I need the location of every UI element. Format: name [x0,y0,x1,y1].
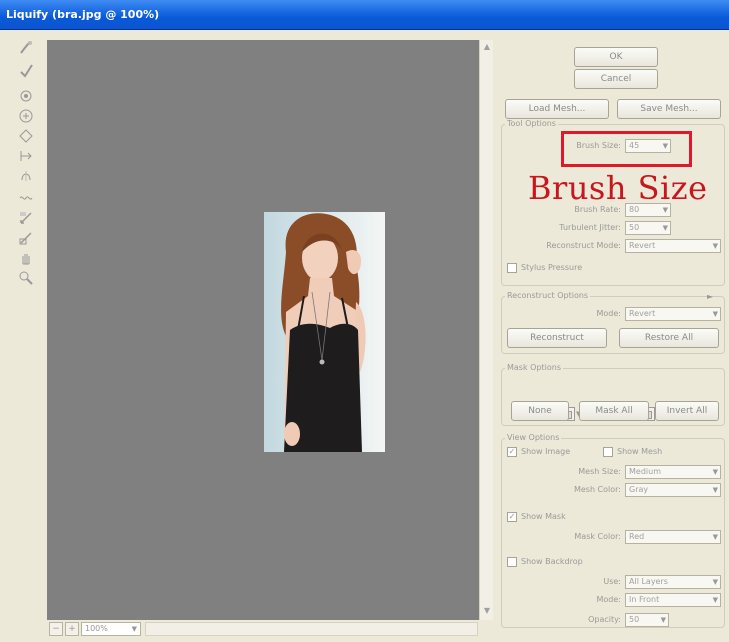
save-mesh-button[interactable]: Save Mesh... [617,99,721,119]
stylus-pressure-checkbox[interactable] [507,263,517,273]
chevron-down-icon: ▼ [712,468,718,476]
chevron-down-icon: ▼ [712,486,718,494]
use-label: Use: [603,577,621,586]
reconstruct-options-title: Reconstruct Options [505,291,591,300]
mask-options-title: Mask Options [505,363,564,372]
backdrop-mode-value: In Front [629,595,660,604]
reconstruct-mode-label-2: Mode: [596,309,622,318]
reconstruct-mode-value: Revert [629,241,656,250]
reconstruct-mode-label: Reconstruct Mode: [546,241,621,250]
mesh-size-select[interactable]: Medium ▼ [625,465,721,479]
chevron-down-icon[interactable]: ▼ [663,222,668,234]
bloat-icon[interactable] [16,126,36,146]
liquify-dialog: ▲ ▼ − + 100% ▼ OK Cancel Load Mesh... Sav… [0,30,729,642]
show-backdrop-checkbox[interactable] [507,557,517,567]
use-value: All Layers [629,577,668,586]
turbulent-jitter-input[interactable]: 50 ▼ [625,221,671,235]
mask-color-label: Mask Color: [574,532,621,541]
view-options-title: View Options [505,433,562,442]
preview-canvas[interactable] [47,40,479,620]
scroll-up-icon[interactable]: ▲ [482,42,492,52]
show-image-checkbox[interactable]: ✓ [507,447,517,457]
reconstruct-options-mode-value: Revert [629,309,656,318]
reconstruct-icon[interactable] [16,60,36,80]
reconstruct-options-mode-select[interactable]: Revert ▼ [625,307,721,321]
use-select[interactable]: All Layers ▼ [625,575,721,589]
horizontal-scrollbar[interactable] [145,622,478,636]
reconstruct-button[interactable]: Reconstruct [507,328,607,348]
opacity-label: Opacity: [588,615,621,624]
mask-none-button[interactable]: None [511,401,569,421]
show-image-label: Show Image [521,447,571,456]
chevron-down-icon: ▼ [712,310,718,318]
backdrop-mode-label: Mode: [596,595,622,604]
turbulent-jitter-value: 50 [629,223,640,232]
turbulence-icon[interactable] [16,186,36,206]
forward-warp-icon[interactable] [16,38,36,58]
preview-image [264,212,385,452]
vertical-scrollbar[interactable]: ▲ ▼ [479,40,493,620]
turbulent-jitter-label: Turbulent Jitter: [559,223,621,232]
reconstruct-mode-select[interactable]: Revert ▼ [625,239,721,253]
show-mesh-label: Show Mesh [617,447,663,456]
brush-size-annotation: Brush Size [528,169,708,207]
mask-all-button[interactable]: Mask All [579,401,649,421]
opacity-input[interactable]: 50 ▼ [625,613,669,627]
cancel-button[interactable]: Cancel [574,69,658,89]
zoom-out-button[interactable]: − [49,622,63,636]
show-mask-label: Show Mask [521,512,566,521]
window-title: Liquify (bra.jpg @ 100%) [6,8,160,21]
chevron-down-icon: ▼ [712,596,718,604]
title-bar: Liquify (bra.jpg @ 100%) [0,0,729,30]
hand-icon[interactable] [16,248,36,268]
zoom-value: 100% [85,624,108,633]
zoom-icon[interactable] [16,268,36,288]
chevron-down-icon: ▼ [131,625,137,633]
status-bar: − + 100% ▼ [47,620,493,638]
mesh-size-label: Mesh Size: [578,467,621,476]
opacity-value: 50 [629,615,640,624]
scroll-down-icon[interactable]: ▼ [482,606,492,616]
chevron-down-icon: ▼ [712,533,718,541]
restore-all-button[interactable]: Restore All [619,328,719,348]
show-mask-checkbox[interactable]: ✓ [507,512,517,522]
mesh-color-label: Mesh Color: [573,485,621,494]
show-backdrop-label: Show Backdrop [521,557,583,566]
mesh-size-value: Medium [629,467,661,476]
freeze-mask-icon[interactable] [16,208,36,228]
stylus-pressure-label: Stylus Pressure [521,263,583,272]
chevron-down-icon[interactable]: ▼ [661,614,666,626]
mesh-color-select[interactable]: Gray ▼ [625,483,721,497]
ok-button[interactable]: OK [574,47,658,67]
expand-arrow-icon[interactable]: ► [707,292,713,301]
chevron-down-icon: ▼ [712,242,718,250]
tool-palette [12,38,42,598]
zoom-select[interactable]: 100% ▼ [81,622,141,636]
invert-all-button[interactable]: Invert All [655,401,719,421]
backdrop-mode-select[interactable]: In Front ▼ [625,593,721,607]
push-left-icon[interactable] [16,146,36,166]
load-mesh-button[interactable]: Load Mesh... [505,99,609,119]
chevron-down-icon: ▼ [712,578,718,586]
tool-options-title: Tool Options [505,119,558,128]
brush-size-highlight [561,131,692,167]
mask-color-value: Red [629,532,645,541]
twirl-clockwise-icon[interactable] [16,86,36,106]
thaw-mask-icon[interactable] [16,228,36,248]
pucker-icon[interactable] [16,106,36,126]
show-mesh-checkbox[interactable] [603,447,613,457]
mesh-color-value: Gray [629,485,649,494]
zoom-in-button[interactable]: + [65,622,79,636]
mask-color-select[interactable]: Red ▼ [625,530,721,544]
mirror-icon[interactable] [16,166,36,186]
options-panel: OK Cancel Load Mesh... Save Mesh... Tool… [495,30,729,642]
